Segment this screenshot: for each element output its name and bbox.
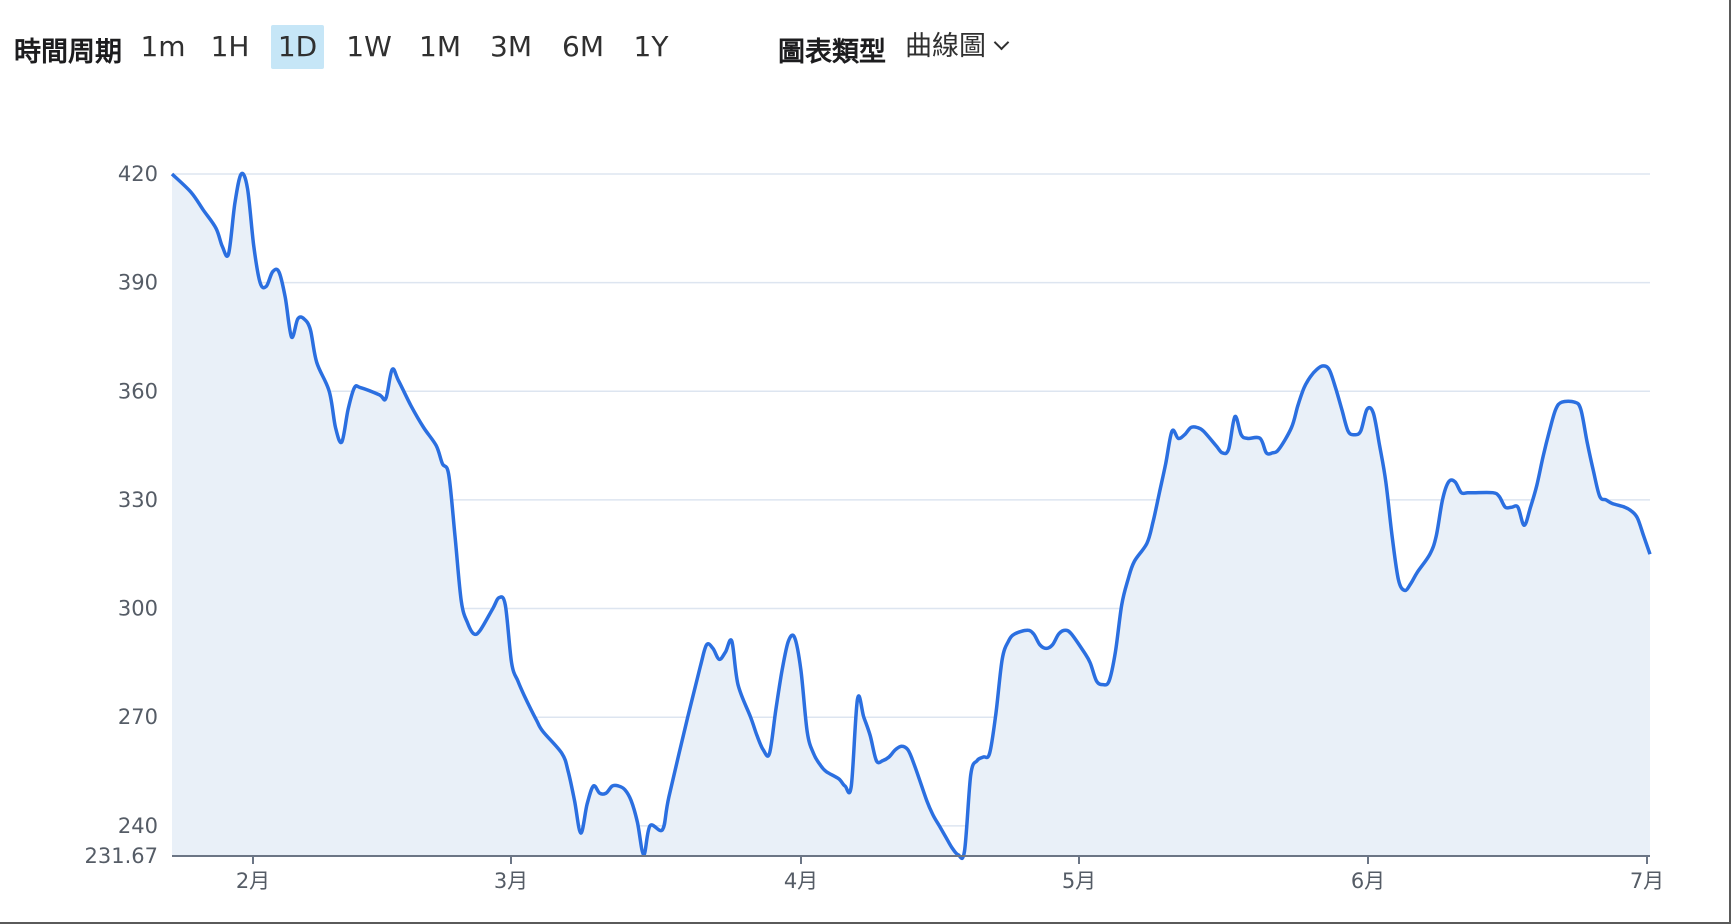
y-tick-label: 330 xyxy=(118,488,158,512)
y-tick-label: 420 xyxy=(118,162,158,186)
price-chart: 420 390 360 330 300 270 240 231.67 2月 3月 4月 5月 6月 7月 xyxy=(85,162,1665,893)
y-tick-label: 240 xyxy=(118,814,158,838)
x-tick-label: 7月 xyxy=(1630,869,1664,893)
x-tick-label: 4月 xyxy=(784,869,818,893)
x-tick-label: 3月 xyxy=(494,869,528,893)
y-tick-label: 390 xyxy=(118,271,158,295)
y-axis-ticks: 420 390 360 330 300 270 240 231.67 xyxy=(85,162,158,868)
y-tick-label: 270 xyxy=(118,705,158,729)
x-tick-label: 6月 xyxy=(1351,869,1385,893)
y-tick-label: 300 xyxy=(118,597,158,621)
y-tick-label: 360 xyxy=(118,379,158,403)
y-min-label: 231.67 xyxy=(85,844,158,868)
x-tick-label: 2月 xyxy=(236,869,270,893)
x-tick-label: 5月 xyxy=(1062,869,1096,893)
x-axis-ticks: 2月 3月 4月 5月 6月 7月 xyxy=(236,856,1664,893)
